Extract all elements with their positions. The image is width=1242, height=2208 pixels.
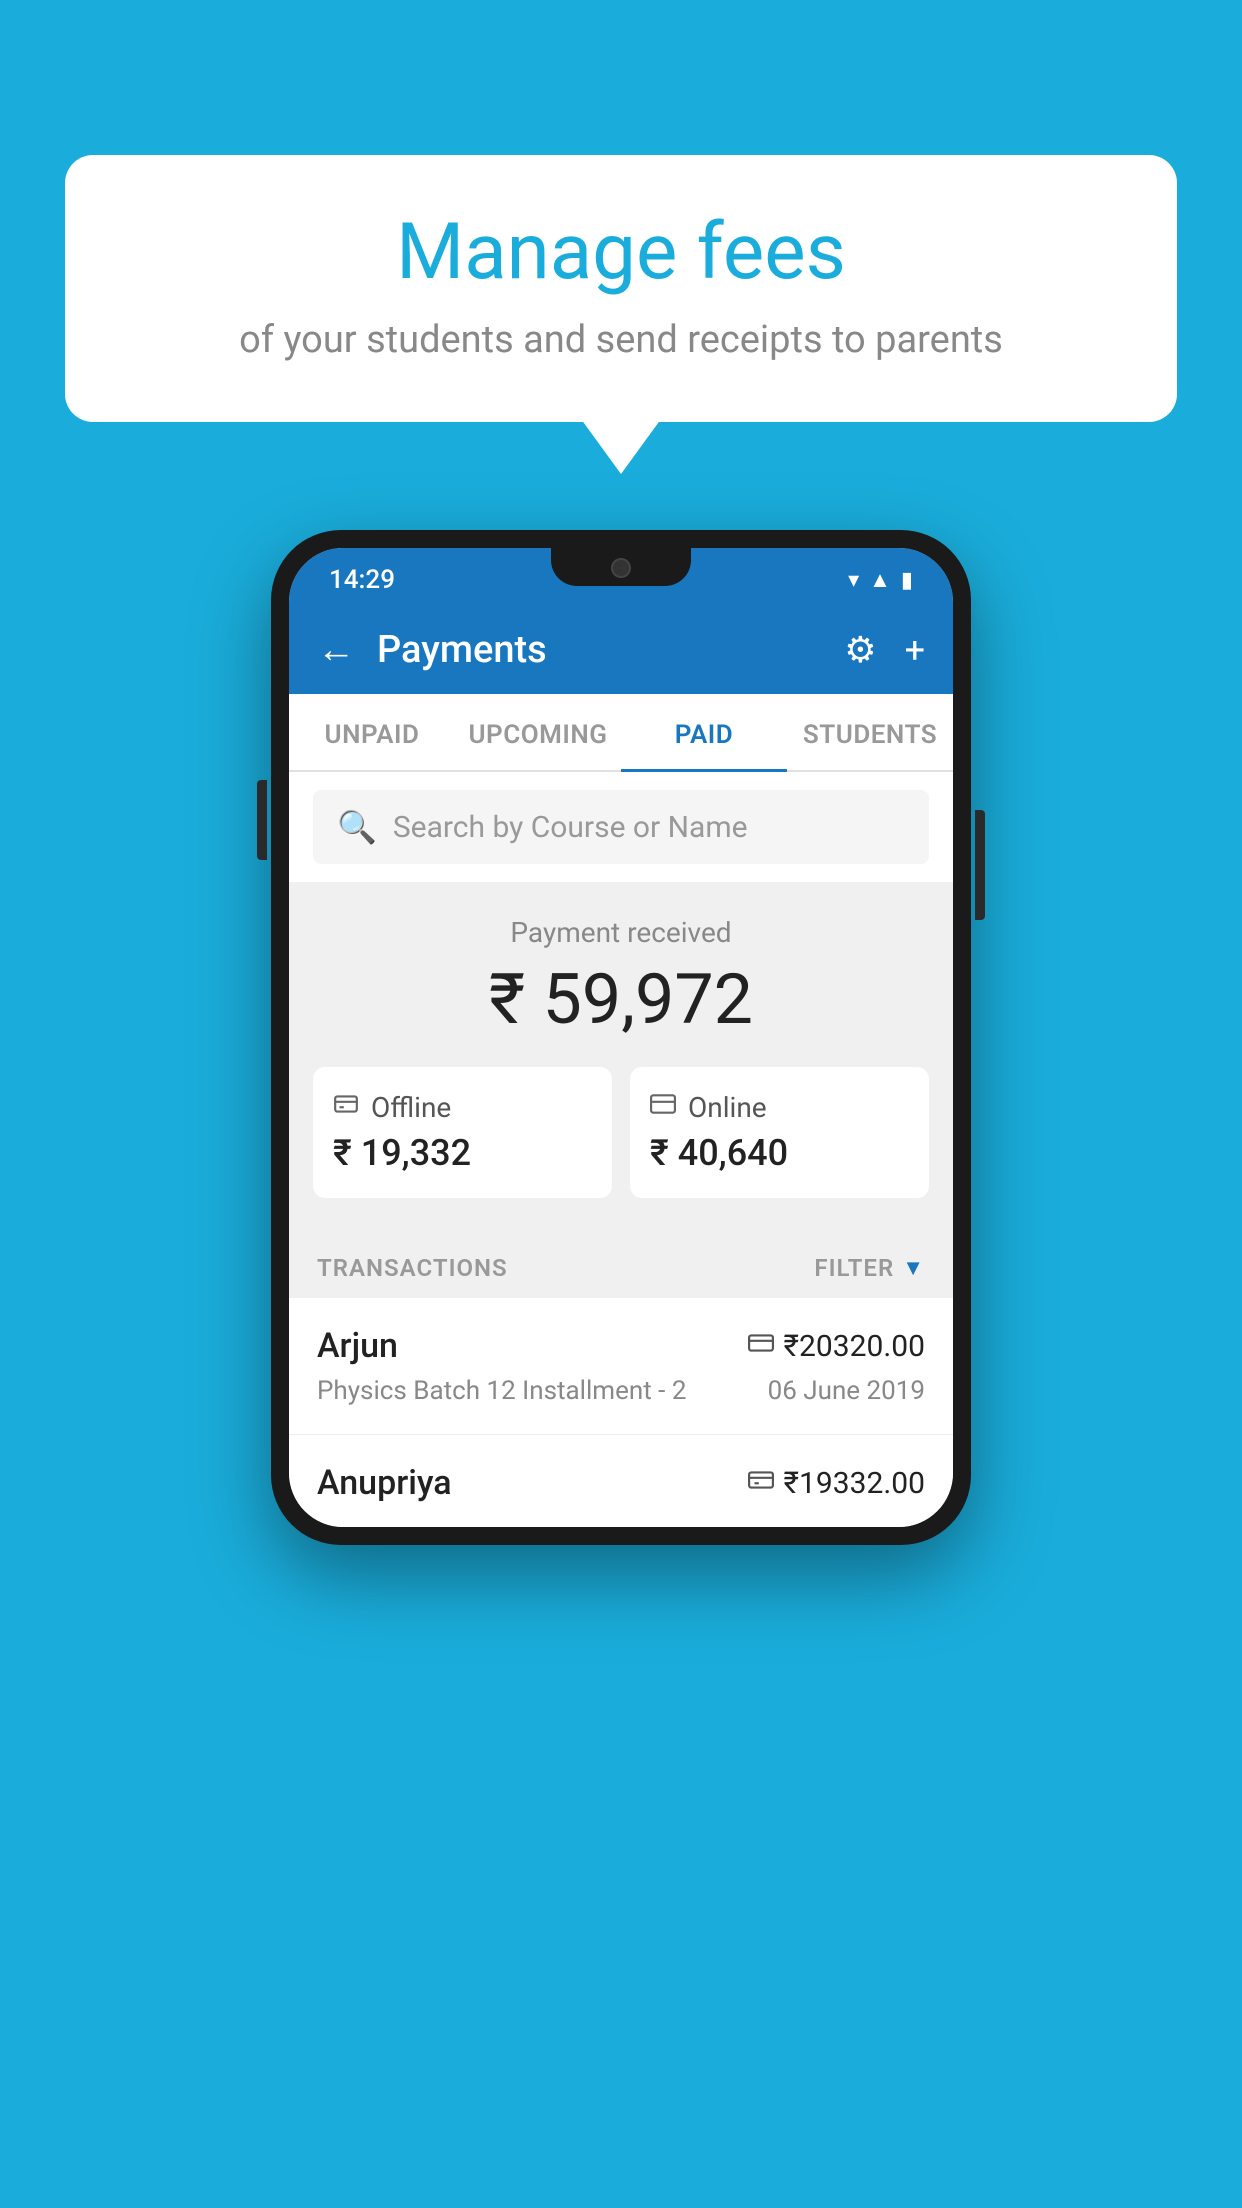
bubble-subtitle: of your students and send receipts to pa… [125,318,1117,362]
status-time: 14:29 [329,565,395,595]
transaction-amount-wrap-anupriya: ₹19332.00 [748,1466,925,1501]
card-payment-icon [748,1331,774,1361]
camera-dot [611,558,631,578]
transaction-amount-arjun: ₹20320.00 [784,1329,925,1364]
app-bar-icons: ⚙ + [844,629,925,671]
status-icons: ▾ ▲ ▮ [848,567,913,593]
search-bar[interactable]: 🔍 Search by Course or Name [313,790,929,864]
battery-icon: ▮ [901,568,913,593]
tab-unpaid[interactable]: UNPAID [289,694,455,770]
speech-bubble: Manage fees of your students and send re… [65,155,1177,422]
app-bar: ← Payments ⚙ + [289,606,953,694]
online-card-header: Online [650,1091,909,1124]
transaction-amount-anupriya: ₹19332.00 [784,1466,925,1501]
transactions-header: TRANSACTIONS FILTER ▼ [289,1226,953,1298]
transaction-bottom-arjun: Physics Batch 12 Installment - 2 06 June… [317,1376,925,1406]
transaction-name-anupriya: Anupriya [317,1463,452,1503]
payment-received-section: Payment received ₹ 59,972 [289,882,953,1226]
phone-frame: 14:29 ▾ ▲ ▮ ← Payments ⚙ + UNPAID [271,530,971,1545]
transactions-label: TRANSACTIONS [317,1254,508,1282]
payment-received-label: Payment received [313,916,929,949]
phone-screen: 14:29 ▾ ▲ ▮ ← Payments ⚙ + UNPAID [289,548,953,1527]
bubble-title: Manage fees [125,210,1117,296]
online-label: Online [688,1091,767,1124]
speech-bubble-container: Manage fees of your students and send re… [65,155,1177,422]
offline-card: Offline ₹ 19,332 [313,1067,612,1198]
tab-paid[interactable]: PAID [621,694,787,770]
search-icon: 🔍 [337,808,377,846]
gear-icon[interactable]: ⚙ [844,629,876,671]
wifi-icon: ▾ [848,568,859,593]
search-container: 🔍 Search by Course or Name [289,772,953,882]
transaction-course-arjun: Physics Batch 12 Installment - 2 [317,1376,686,1406]
offline-label: Offline [371,1091,451,1124]
transaction-name-arjun: Arjun [317,1326,398,1366]
offline-icon [333,1091,359,1124]
offline-card-header: Offline [333,1091,592,1124]
phone-notch [551,548,691,586]
phone-container: 14:29 ▾ ▲ ▮ ← Payments ⚙ + UNPAID [271,530,971,1545]
online-card: Online ₹ 40,640 [630,1067,929,1198]
plus-icon[interactable]: + [905,629,925,671]
tab-upcoming[interactable]: UPCOMING [455,694,621,770]
tab-students[interactable]: STUDENTS [787,694,953,770]
transaction-top-arjun: Arjun ₹20320.00 [317,1326,925,1366]
payment-cards: Offline ₹ 19,332 Online [313,1067,929,1198]
signal-icon: ▲ [869,567,891,593]
back-button[interactable]: ← [317,628,355,672]
transaction-amount-wrap-arjun: ₹20320.00 [748,1329,925,1364]
filter-label[interactable]: FILTER ▼ [814,1254,925,1282]
online-amount: ₹ 40,640 [650,1132,909,1174]
transaction-top-anupriya: Anupriya ₹19332.00 [317,1463,925,1503]
transaction-row-arjun[interactable]: Arjun ₹20320.00 Physics Batch 12 Install… [289,1298,953,1435]
offline-amount: ₹ 19,332 [333,1132,592,1174]
tab-bar: UNPAID UPCOMING PAID STUDENTS [289,694,953,772]
transaction-date-arjun: 06 June 2019 [768,1376,925,1406]
payment-received-amount: ₹ 59,972 [313,959,929,1041]
cash-payment-icon [748,1468,774,1498]
transaction-row-anupriya[interactable]: Anupriya ₹19332.00 [289,1435,953,1527]
filter-triangle-icon: ▼ [902,1255,925,1281]
online-icon [650,1091,676,1124]
app-title: Payments [377,628,844,672]
search-placeholder: Search by Course or Name [393,810,748,845]
